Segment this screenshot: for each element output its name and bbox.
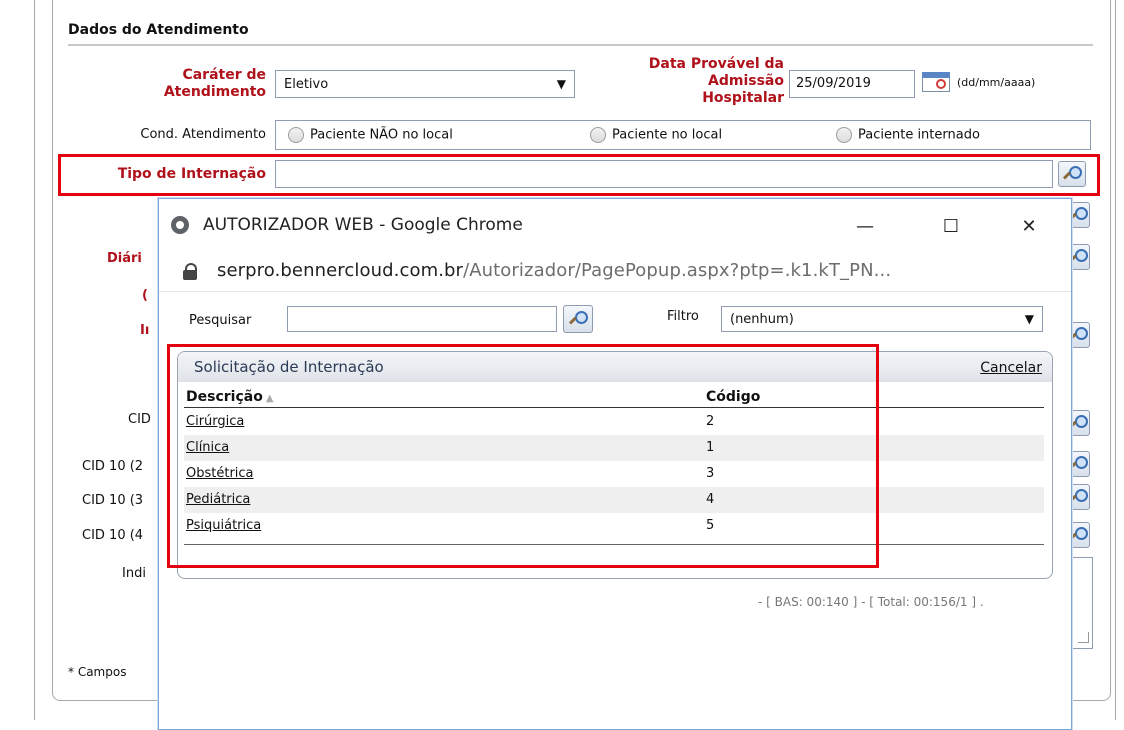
- magnifier-icon: [1068, 456, 1088, 472]
- dropdown-caret-icon: ▼: [1024, 312, 1034, 326]
- filter-select[interactable]: (nenhum) ▼: [721, 306, 1043, 332]
- url-host: serpro.bennercloud.com.br: [217, 260, 464, 281]
- carater-select-value: Eletivo: [284, 76, 329, 92]
- maximize-button[interactable]: ☐: [931, 211, 971, 241]
- radio-circle-icon: [288, 127, 304, 143]
- lock-icon: [183, 263, 197, 280]
- magnifier-icon: [1068, 527, 1088, 543]
- data-admissao-label: Data Provável da Admissão Hospitalar: [604, 56, 784, 107]
- cid2-label-partial: CID 10 (2: [82, 459, 144, 474]
- data-admissao-label-line3: Hospitalar: [702, 90, 784, 106]
- carater-label-line2: Atendimento: [163, 84, 266, 100]
- filter-select-value: (nenhum): [730, 311, 794, 327]
- magnifier-icon: [568, 311, 588, 327]
- magnifier-icon: [1068, 327, 1088, 343]
- close-button[interactable]: ✕: [1009, 211, 1049, 241]
- calendar-icon[interactable]: [922, 70, 952, 94]
- data-admissao-label-line2: Admissão: [708, 73, 784, 89]
- url-path: /Autorizador/PagePopup.aspx?ptp=.k1.kT_P…: [463, 260, 892, 281]
- magnifier-icon: [1068, 415, 1088, 431]
- window-titlebar: AUTORIZADOR WEB - Google Chrome — ☐ ✕: [159, 199, 1071, 251]
- cid3-label-partial: CID 10 (3: [82, 493, 144, 508]
- partial-label-c: (: [142, 288, 148, 303]
- highlight-box-grid: [167, 344, 879, 568]
- search-button[interactable]: [563, 305, 593, 333]
- radio-paciente-local[interactable]: Paciente no local: [590, 127, 722, 143]
- data-admissao-label-line1: Data Provável da: [648, 56, 784, 72]
- timing-status: - [ BAS: 00:140 ] - [ Total: 00:156/1 ] …: [758, 595, 984, 609]
- magnifier-icon: [1068, 489, 1088, 505]
- magnifier-icon: [1068, 249, 1088, 265]
- diaria-label-partial: Diári: [107, 251, 142, 266]
- carater-select[interactable]: Eletivo ▼: [275, 70, 575, 98]
- highlight-box-tipo-internacao: [58, 154, 1100, 196]
- window-title: AUTORIZADOR WEB - Google Chrome: [203, 215, 523, 235]
- data-admissao-input[interactable]: 25/09/2019: [789, 70, 915, 98]
- partial-label-i: Iı: [140, 323, 150, 338]
- radio-circle-icon: [836, 127, 852, 143]
- cancel-link[interactable]: Cancelar: [980, 360, 1042, 376]
- radio-label: Paciente internado: [858, 127, 980, 143]
- cid-label-partial: CID: [128, 412, 151, 427]
- chrome-browser-icon: [171, 216, 189, 234]
- radio-label: Paciente no local: [612, 127, 723, 143]
- radio-label: Paciente NÃO no local: [310, 127, 453, 143]
- required-fields-note: * Campos: [68, 665, 127, 679]
- radio-paciente-nao-local[interactable]: Paciente NÃO no local: [288, 127, 453, 143]
- search-input[interactable]: [287, 306, 557, 332]
- url-text[interactable]: serpro.bennercloud.com.br/Autorizador/Pa…: [217, 260, 891, 281]
- dropdown-caret-icon: ▼: [556, 77, 566, 91]
- resize-grip-icon[interactable]: [1078, 632, 1089, 643]
- address-bar[interactable]: serpro.bennercloud.com.br/Autorizador/Pa…: [159, 251, 1071, 292]
- magnifier-icon: [1068, 207, 1088, 223]
- date-format-hint: (dd/mm/aaaa): [957, 76, 1036, 89]
- section-divider: [68, 44, 1093, 46]
- minimize-button[interactable]: —: [845, 211, 885, 241]
- carater-label-line1: Caráter de: [182, 67, 266, 83]
- section-title: Dados do Atendimento: [68, 22, 249, 38]
- carater-label: Caráter de Atendimento: [120, 67, 266, 101]
- search-label: Pesquisar: [189, 313, 252, 328]
- radio-circle-icon: [590, 127, 606, 143]
- cond-radio-group: Paciente NÃO no local Paciente no local …: [275, 120, 1091, 150]
- indi-label-partial: Indi: [122, 566, 146, 581]
- filter-label: Filtro: [667, 309, 699, 324]
- cond-label: Cond. Atendimento: [140, 127, 266, 142]
- cid4-label-partial: CID 10 (4: [82, 528, 144, 543]
- radio-paciente-internado[interactable]: Paciente internado: [836, 127, 980, 143]
